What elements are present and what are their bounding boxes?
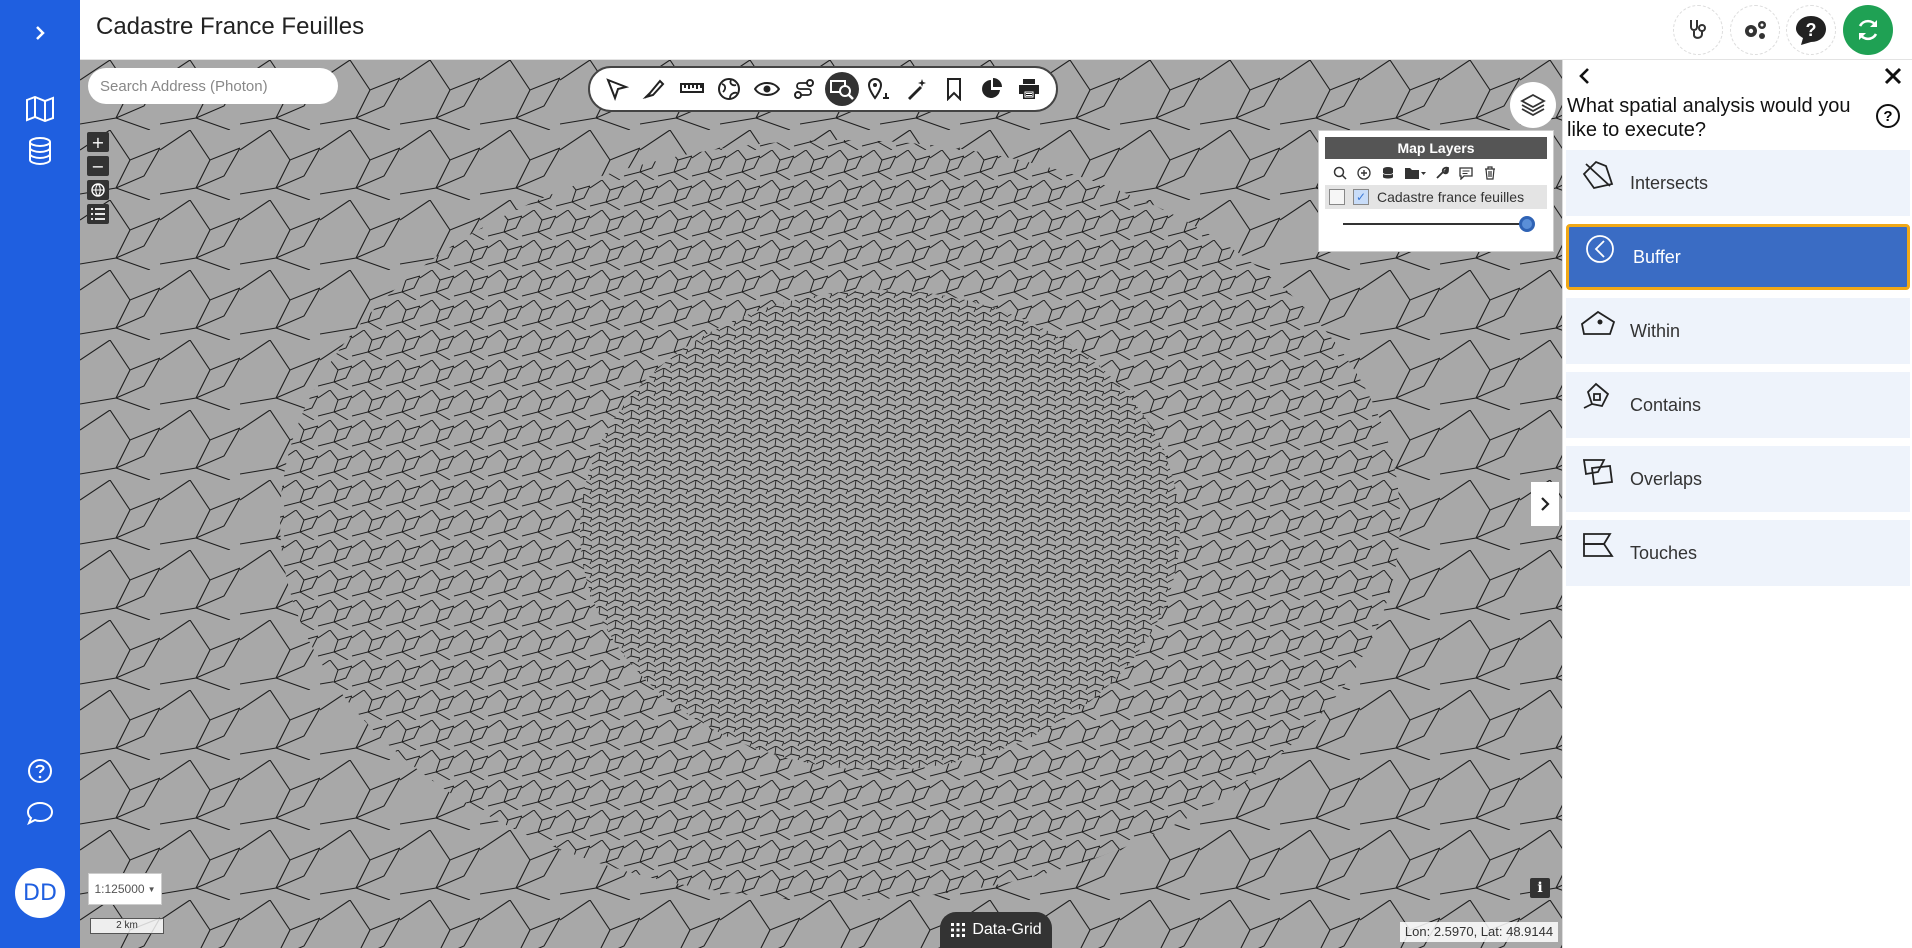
map-layers-panel: Map Layers ✓ Cadastre france feuilles [1318, 130, 1554, 252]
info-icon[interactable]: i [1530, 878, 1550, 898]
grid-icon [951, 923, 966, 937]
back-icon[interactable] [1577, 66, 1591, 92]
left-sidebar: DD [0, 0, 80, 948]
data-grid-button[interactable]: Data-Grid [940, 912, 1052, 948]
folder-icon[interactable] [1403, 165, 1427, 181]
touches-icon [1566, 520, 1630, 586]
layers-icon[interactable] [1510, 82, 1556, 128]
option-label: Intersects [1630, 172, 1709, 193]
option-intersects[interactable]: Intersects [1566, 150, 1910, 216]
add-layer-icon[interactable] [1355, 165, 1373, 181]
coordinates-readout: Lon: 2.5970, Lat: 48.9144 [1400, 922, 1558, 942]
help-icon[interactable]: ? [1876, 104, 1900, 128]
data-grid-label: Data-Grid [972, 921, 1042, 938]
trash-icon[interactable] [1481, 165, 1499, 181]
spatial-search-icon[interactable] [824, 72, 859, 106]
option-touches[interactable]: Touches [1566, 520, 1910, 586]
map-toolbar [588, 66, 1058, 112]
scale-bar: 2 km [90, 918, 164, 934]
scale-value: 1:125000 [94, 882, 145, 896]
chat-icon[interactable] [0, 798, 80, 828]
bookmark-icon[interactable] [937, 72, 971, 106]
stethoscope-icon[interactable] [1673, 5, 1723, 55]
layer-row[interactable]: ✓ Cadastre france feuilles [1325, 185, 1547, 209]
search-input[interactable] [88, 68, 338, 104]
settings-icon[interactable] [1730, 5, 1780, 55]
chevron-down-icon: ▼ [147, 884, 156, 894]
globe-icon[interactable] [87, 180, 109, 200]
zoom-controls: + − [87, 132, 109, 224]
avatar[interactable]: DD [15, 868, 65, 918]
measure-icon[interactable] [675, 72, 709, 106]
map-canvas[interactable]: + − [80, 60, 1562, 948]
slider-track [1343, 223, 1527, 225]
chevron-right-icon[interactable] [0, 18, 80, 48]
option-overlaps[interactable]: Overlaps [1566, 446, 1910, 512]
option-label: Overlaps [1630, 468, 1703, 489]
layers-panel-tools [1325, 159, 1547, 185]
option-label: Touches [1630, 542, 1698, 563]
layer-select-checkbox[interactable] [1329, 189, 1345, 205]
analysis-options-list: Intersects Buffer Within Contains Overla… [1566, 150, 1910, 594]
route-icon[interactable] [787, 72, 821, 106]
database-icon[interactable] [0, 134, 80, 168]
within-icon [1566, 298, 1630, 364]
search-icon[interactable] [1331, 165, 1349, 181]
collapse-panel-icon[interactable] [1531, 482, 1559, 526]
page-title: Cadastre France Feuilles [96, 13, 365, 40]
layer-opacity-slider[interactable] [1335, 213, 1537, 235]
svg-text:?: ? [1806, 20, 1817, 40]
select-icon[interactable] [600, 72, 634, 106]
option-label: Contains [1630, 394, 1702, 415]
contains-icon [1566, 372, 1630, 438]
legend-list-icon[interactable] [87, 204, 109, 224]
overlaps-icon [1566, 446, 1630, 512]
layer-name: Cadastre france feuilles [1377, 189, 1525, 205]
layer-visibility-checkbox[interactable]: ✓ [1353, 189, 1369, 205]
location-pin-icon[interactable] [862, 72, 896, 106]
spatial-analysis-panel: What spatial analysis would you like to … [1562, 60, 1912, 948]
slider-handle[interactable] [1519, 216, 1535, 232]
option-within[interactable]: Within [1566, 298, 1910, 364]
layers-panel-title: Map Layers [1325, 137, 1547, 159]
database-icon[interactable] [1379, 165, 1397, 181]
wrench-icon[interactable] [1433, 165, 1451, 181]
zoom-in-button[interactable]: + [87, 132, 109, 152]
map-icon[interactable] [0, 92, 80, 126]
app-header: Cadastre France Feuilles ? [80, 0, 1912, 60]
eye-icon[interactable] [750, 72, 784, 106]
magic-wand-icon[interactable] [900, 72, 934, 106]
comment-icon[interactable] [1457, 165, 1475, 181]
pie-chart-icon[interactable] [975, 72, 1009, 106]
scale-select[interactable]: 1:125000 ▼ [88, 873, 162, 905]
print-icon[interactable] [1012, 72, 1046, 106]
globe-icon[interactable] [712, 72, 746, 106]
panel-question: What spatial analysis would you like to … [1567, 95, 1851, 141]
close-icon[interactable] [1884, 64, 1902, 92]
option-contains[interactable]: Contains [1566, 372, 1910, 438]
refresh-icon[interactable] [1843, 5, 1893, 55]
option-label: Buffer [1633, 246, 1681, 267]
intersects-icon [1566, 150, 1630, 216]
draw-icon[interactable] [637, 72, 671, 106]
option-buffer[interactable]: Buffer [1566, 224, 1910, 290]
option-label: Within [1630, 320, 1681, 341]
help-icon[interactable] [0, 756, 80, 786]
zoom-out-button[interactable]: − [87, 156, 109, 176]
question-icon[interactable]: ? [1786, 5, 1836, 55]
buffer-icon [1569, 224, 1633, 290]
